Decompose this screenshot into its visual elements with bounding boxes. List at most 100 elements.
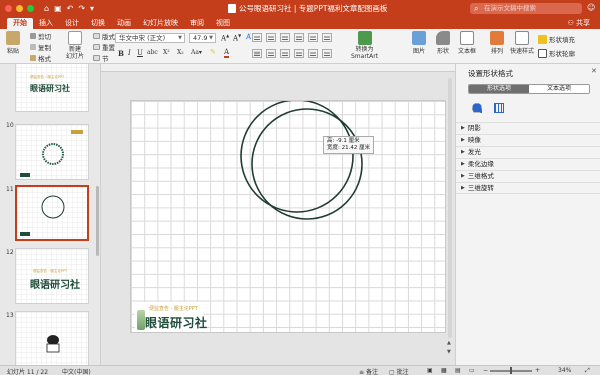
decrease-font-icon[interactable]: A▼	[233, 33, 241, 42]
tab-transitions[interactable]: 切换	[85, 18, 111, 29]
underline-icon[interactable]: U	[137, 49, 143, 57]
cut-button[interactable]: 剪切	[30, 31, 51, 41]
slide-number: 10	[6, 122, 14, 129]
comments-button[interactable]: ▢ 批注	[389, 367, 409, 375]
quick-styles-button[interactable]: 快速样式	[510, 31, 534, 55]
tab-animations[interactable]: 动画	[111, 18, 137, 29]
slide-thumbnail[interactable]: 便监查告 · 服主论PPT 眼语研习社	[15, 248, 89, 304]
arrange-button[interactable]: 排列	[490, 31, 504, 55]
subscript-icon[interactable]: X₂	[177, 49, 184, 56]
font-size-select[interactable]: 47.9 ▼	[189, 33, 216, 43]
slideshow-view-icon[interactable]: ▭	[469, 367, 475, 374]
section-soft-edges[interactable]: ▶ 柔化边缘	[456, 158, 600, 170]
zoom-in-icon[interactable]: +	[535, 367, 540, 374]
text-shadow-icon[interactable]: abc	[147, 49, 158, 56]
align-left-icon[interactable]	[252, 49, 262, 58]
horizontal-ruler	[101, 64, 455, 72]
shape-outline-button[interactable]: 形状轮廓	[538, 48, 575, 58]
strikethrough-icon[interactable]: X²	[163, 49, 170, 56]
tab-shape-options[interactable]: 形状选项	[469, 85, 529, 93]
font-color-icon[interactable]: A	[224, 48, 230, 58]
share-button[interactable]: ⚇ 共享	[567, 18, 590, 28]
increase-indent-icon[interactable]	[294, 33, 304, 42]
slide-thumbnail[interactable]	[15, 311, 89, 365]
person-icon: ⚇	[567, 19, 576, 27]
slide-thumbnail-selected[interactable]	[15, 185, 89, 241]
scroll-down-icon[interactable]: ▼	[447, 349, 451, 355]
justify-icon[interactable]	[294, 49, 304, 58]
sorter-view-icon[interactable]: ▦	[441, 367, 447, 374]
redo-icon[interactable]: ↷	[78, 4, 85, 13]
clear-format-icon[interactable]: A̸	[246, 33, 251, 41]
italic-icon[interactable]: I	[128, 49, 131, 57]
layout-button[interactable]: 版式	[93, 31, 115, 41]
tab-slideshow[interactable]: 幻灯片放映	[137, 18, 184, 29]
section-reflection[interactable]: ▶ 映像	[456, 134, 600, 146]
section-glow[interactable]: ▶ 发光	[456, 146, 600, 158]
increase-font-icon[interactable]: A▲	[221, 33, 229, 42]
customize-icon[interactable]: ▾	[90, 4, 94, 13]
current-slide[interactable]	[130, 100, 446, 333]
align-right-icon[interactable]	[280, 49, 290, 58]
font-name-select[interactable]: 华文中宋 (正文) ▼	[115, 33, 185, 43]
change-case-icon[interactable]: Aa▾	[191, 49, 202, 56]
save-icon[interactable]: ▣	[54, 4, 62, 13]
tab-view[interactable]: 视图	[210, 18, 236, 29]
search-box[interactable]: ⌕ 在演示文稿中搜索	[470, 3, 582, 14]
close-window-button[interactable]	[5, 5, 12, 12]
numbering-icon[interactable]	[266, 33, 276, 42]
slide-thumbnail[interactable]	[15, 124, 89, 180]
section-button[interactable]: 节	[93, 53, 109, 63]
tab-home[interactable]: 开始	[7, 18, 33, 29]
home-icon[interactable]: ⌂	[44, 4, 49, 13]
fit-to-window-icon[interactable]: ⤢	[585, 367, 590, 375]
language-indicator[interactable]: 中文(中国)	[62, 367, 91, 375]
minimize-window-button[interactable]	[16, 5, 23, 12]
zoom-slider-handle[interactable]	[510, 367, 512, 374]
smiley-icon[interactable]: ☺	[587, 3, 595, 12]
text-direction-icon[interactable]	[322, 33, 332, 42]
shape-button[interactable]: 形状	[436, 31, 450, 55]
zoom-level[interactable]: 34%	[558, 367, 571, 374]
tab-review[interactable]: 审阅	[184, 18, 210, 29]
section-3d-format[interactable]: ▶ 三维格式	[456, 170, 600, 182]
copy-icon	[30, 44, 36, 50]
convert-smartart-button[interactable]: 转换为 SmartArt	[351, 31, 378, 60]
copy-button[interactable]: 复制	[30, 42, 51, 52]
section-3d-rotation[interactable]: ▶ 三维旋转	[456, 182, 600, 194]
size-properties-icon[interactable]	[494, 103, 504, 113]
tab-insert[interactable]: 插入	[33, 18, 59, 29]
notes-button[interactable]: ≡ 备注	[359, 367, 378, 375]
normal-view-icon[interactable]: ▣	[427, 367, 433, 374]
picture-button[interactable]: 图片	[412, 31, 426, 55]
textbox-label: 文本框	[458, 48, 477, 55]
zoom-out-icon[interactable]: −	[483, 367, 488, 374]
format-painter-button[interactable]: 格式	[30, 53, 51, 63]
reading-view-icon[interactable]: ▤	[455, 367, 461, 374]
maximize-window-button[interactable]	[27, 5, 34, 12]
thumbnails-scrollbar[interactable]	[96, 186, 99, 256]
bullets-icon[interactable]	[252, 33, 262, 42]
highlight-icon[interactable]: ✎	[210, 48, 216, 56]
align-text-icon[interactable]	[322, 49, 332, 58]
thumb-logo-name: 眼语研习社	[30, 280, 80, 291]
reset-button[interactable]: 重置	[93, 42, 115, 52]
close-icon[interactable]: ✕	[591, 67, 597, 75]
align-center-icon[interactable]	[266, 49, 276, 58]
slide-thumbnail[interactable]: 便监查告 · 服主论PPT 眼语研习社	[15, 64, 89, 112]
decrease-indent-icon[interactable]	[280, 33, 290, 42]
tab-design[interactable]: 设计	[59, 18, 85, 29]
bold-icon[interactable]: B	[118, 49, 124, 58]
circle-shape-resizing[interactable]	[251, 108, 363, 220]
scroll-up-icon[interactable]: ▲	[447, 340, 451, 346]
tab-text-options[interactable]: 文本选项	[529, 85, 589, 93]
line-spacing-icon[interactable]	[308, 33, 318, 42]
new-slide-button[interactable]: 新建 幻灯片	[66, 31, 84, 60]
textbox-button[interactable]: 文本框	[458, 31, 476, 55]
shape-fill-button[interactable]: 形状填充	[538, 34, 575, 44]
paste-button[interactable]: 粘贴	[6, 31, 20, 55]
undo-icon[interactable]: ↶	[67, 4, 74, 13]
section-shadow[interactable]: ▶ 阴影	[456, 122, 600, 134]
columns-icon[interactable]	[308, 49, 318, 58]
canvas-scrollbar[interactable]	[448, 78, 452, 338]
